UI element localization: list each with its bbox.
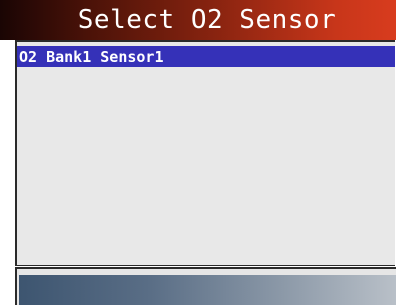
screen-title: Select O2 Sensor xyxy=(77,5,337,35)
sensor-list: O2 Bank1 Sensor1 xyxy=(15,40,395,266)
title-bar: Select O2 Sensor xyxy=(0,0,396,40)
list-item-label: O2 Bank1 Sensor1 xyxy=(19,47,164,66)
scan-tool-screen: Select O2 Sensor O2 Bank1 Sensor1 xyxy=(0,0,396,305)
list-item-o2-bank1-sensor1[interactable]: O2 Bank1 Sensor1 xyxy=(17,46,395,67)
status-gradient-bar xyxy=(19,275,396,305)
status-bar xyxy=(15,267,396,305)
